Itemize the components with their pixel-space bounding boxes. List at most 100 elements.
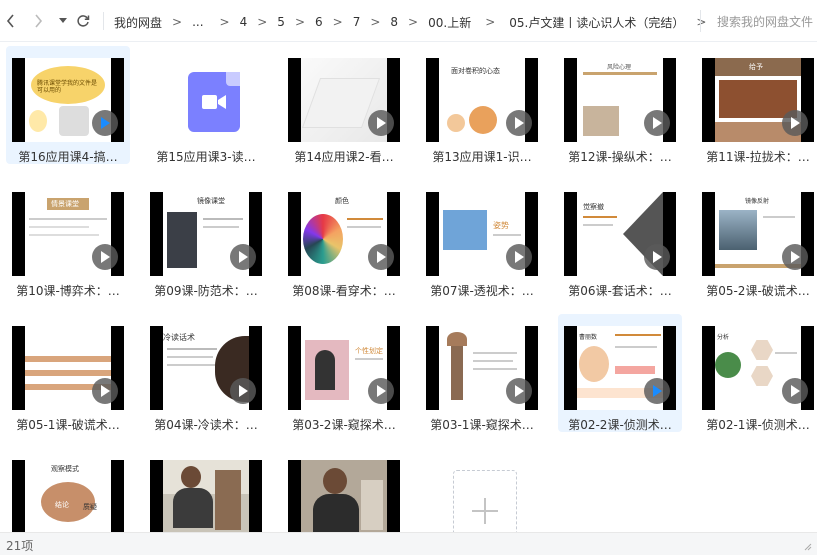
video-thumbnail [426, 326, 538, 410]
file-tile[interactable]: 姿势 第07课-透视术：… [420, 180, 544, 298]
file-name: 第12课-操纵术：… [568, 150, 672, 164]
play-icon [506, 378, 532, 404]
file-name: 第16应用课4-搞… [18, 150, 118, 164]
breadcrumb-item-root[interactable]: 我的网盘 [114, 14, 162, 31]
video-thumbnail: 情景课堂 [12, 192, 124, 276]
file-tile[interactable]: 情景课堂 第10课-博弈术：… [6, 180, 130, 298]
chevron-right-icon [34, 14, 42, 28]
file-tile[interactable]: 风险心理 第12课-操纵术：… [558, 46, 682, 164]
file-tile[interactable]: 镜像课堂 第09课-防范术：… [144, 180, 268, 298]
add-file-button[interactable] [453, 470, 517, 532]
play-icon [644, 244, 670, 270]
file-name: 第02-2课-侦测术… [568, 418, 672, 432]
refresh-icon [77, 15, 90, 27]
video-thumbnail: 观察模式 结论 质疑 [12, 460, 124, 532]
video-thumbnail: 颜色 [288, 192, 400, 276]
play-icon [368, 110, 394, 136]
file-tile[interactable]: 第15应用课3-读… [144, 46, 268, 164]
file-name: 第07课-透视术：… [430, 284, 534, 298]
file-tile[interactable]: 观察模式 结论 质疑 [6, 448, 130, 532]
play-icon [506, 244, 532, 270]
play-icon [230, 244, 256, 270]
video-thumbnail: 风险心理 [564, 58, 676, 142]
back-button[interactable] [2, 10, 18, 32]
vertical-scrollbar[interactable] [811, 42, 817, 532]
file-tile[interactable]: 镜像反射 第05-2课-破谎术… [696, 180, 817, 298]
file-tile[interactable]: 冷读话术 第04课-冷读术：… [144, 314, 268, 432]
video-thumbnail [12, 326, 124, 410]
file-name: 第06课-套话术：… [568, 284, 672, 298]
history-dropdown-button[interactable] [56, 10, 70, 32]
file-name: 第14应用课2-看… [294, 150, 394, 164]
item-count: 21项 [6, 539, 34, 553]
video-thumbnail: 姿势 [426, 192, 538, 276]
play-icon [368, 378, 394, 404]
breadcrumb-item-5[interactable]: 5 [277, 15, 285, 29]
breadcrumb-separator: > [294, 15, 305, 29]
breadcrumb-separator: > [219, 15, 230, 29]
video-thumbnail: 给予 [702, 58, 814, 142]
breadcrumb-item-ellipsis[interactable]: ... [192, 15, 203, 29]
refresh-button[interactable] [74, 10, 92, 32]
breadcrumb-separator: > [172, 15, 183, 29]
plus-icon [472, 498, 498, 524]
video-thumbnail: 个性划定 [288, 326, 400, 410]
file-tile[interactable]: 给予 第11课-拉拢术：… [696, 46, 817, 164]
play-icon [92, 378, 118, 404]
breadcrumb-item-7[interactable]: 7 [353, 15, 361, 29]
search-input[interactable]: 搜索我的网盘文件 [700, 10, 817, 32]
file-tile[interactable]: 颜色 第08课-看穿术：… [282, 180, 406, 298]
breadcrumb-item-new[interactable]: 00.上新 [428, 14, 471, 31]
breadcrumb-item-6[interactable]: 6 [315, 15, 323, 29]
breadcrumb-separator: > [485, 15, 496, 29]
video-file-icon-frame [150, 58, 262, 142]
top-toolbar: 我的网盘 > ... > 4 > 5 > 6 > 7 > 8 > 00.上新 >… [0, 0, 817, 42]
video-thumbnail [288, 58, 400, 142]
breadcrumb-separator: > [370, 15, 381, 29]
breadcrumb-item-8[interactable]: 8 [390, 15, 398, 29]
caret-down-icon [59, 18, 67, 23]
file-tile[interactable]: 觉察撤 第06课-套话术：… [558, 180, 682, 298]
video-thumbnail: 曹丽数 [564, 326, 676, 410]
video-thumbnail: 镜像课堂 [150, 192, 262, 276]
play-icon [92, 244, 118, 270]
chevron-left-icon [6, 14, 14, 28]
file-tile[interactable] [282, 448, 406, 532]
resize-grip-icon[interactable] [802, 541, 812, 551]
file-name: 第09课-防范术：… [154, 284, 258, 298]
play-icon [782, 378, 808, 404]
video-thumbnail: 腾讯课堂学我的文件是可以用的 [12, 58, 124, 142]
file-tile[interactable]: 面对卷积的心态 第13应用课1-识… [420, 46, 544, 164]
forward-button[interactable] [30, 10, 46, 32]
file-name: 第08课-看穿术：… [292, 284, 396, 298]
file-tile[interactable]: 腾讯课堂学我的文件是可以用的 第16应用课4-搞… [6, 46, 130, 164]
file-tile[interactable]: 分析 第02-1课-侦测术… [696, 314, 817, 432]
breadcrumb-separator: > [257, 15, 268, 29]
file-name: 第05-1课-破谎术… [16, 418, 120, 432]
file-name: 第03-1课-窥探术… [430, 418, 534, 432]
file-name: 第13应用课1-识… [432, 150, 532, 164]
video-thumbnail: 分析 [702, 326, 814, 410]
file-tile[interactable] [144, 448, 268, 532]
file-tile[interactable]: 第14应用课2-看… [282, 46, 406, 164]
file-tile[interactable]: 个性划定 第03-2课-窥探术… [282, 314, 406, 432]
file-name: 第02-1课-侦测术… [706, 418, 810, 432]
breadcrumb-separator: > [332, 15, 343, 29]
video-thumbnail: 镜像反射 [702, 192, 814, 276]
file-name: 第03-2课-窥探术… [292, 418, 396, 432]
play-icon [644, 110, 670, 136]
file-name: 第05-2课-破谎术… [706, 284, 810, 298]
play-icon [782, 110, 808, 136]
play-icon [368, 244, 394, 270]
file-tile[interactable]: 曹丽数 第02-2课-侦测术… [558, 314, 682, 432]
file-tile[interactable]: 第03-1课-窥探术… [420, 314, 544, 432]
video-thumbnail: 面对卷积的心态 [426, 58, 538, 142]
file-name: 第04课-冷读术：… [154, 418, 258, 432]
video-thumbnail: 觉察撤 [564, 192, 676, 276]
breadcrumb-item-current[interactable]: 05.卢文建丨读心识人术（完结） [509, 14, 684, 31]
play-icon [782, 244, 808, 270]
video-thumbnail [150, 460, 262, 532]
status-bar: 21项 [0, 532, 817, 555]
breadcrumb-item-4[interactable]: 4 [240, 15, 248, 29]
file-tile[interactable]: 第05-1课-破谎术… [6, 314, 130, 432]
